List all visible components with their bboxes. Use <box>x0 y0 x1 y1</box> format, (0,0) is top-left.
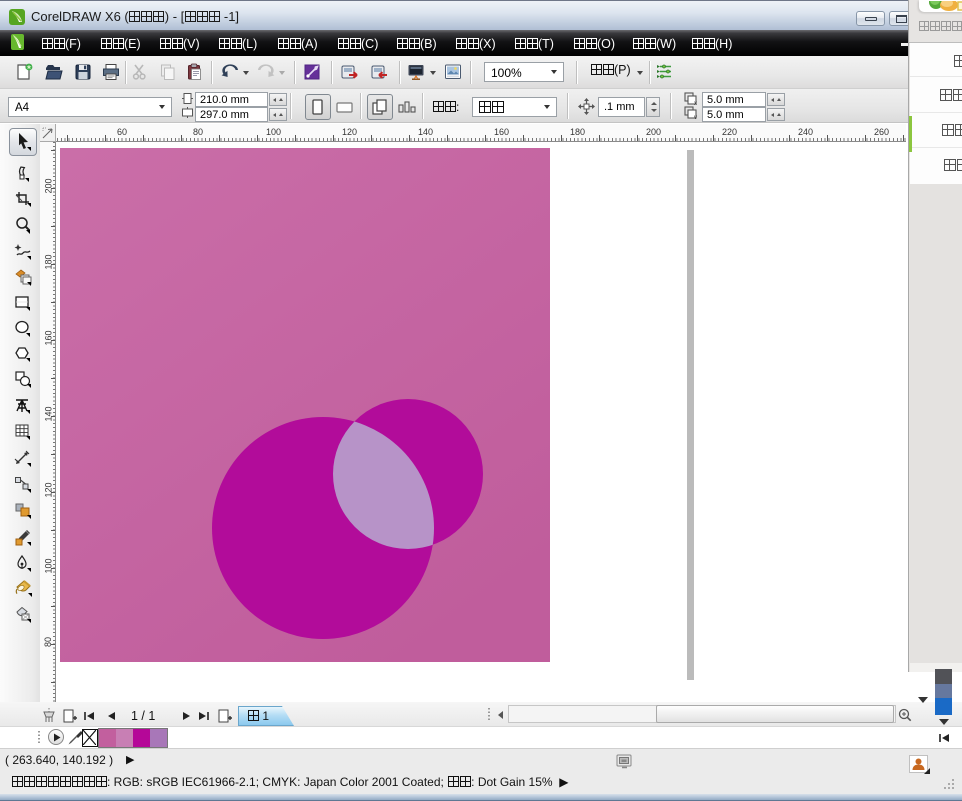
svg-text:y: y <box>694 115 697 119</box>
svg-text:x: x <box>694 101 697 105</box>
